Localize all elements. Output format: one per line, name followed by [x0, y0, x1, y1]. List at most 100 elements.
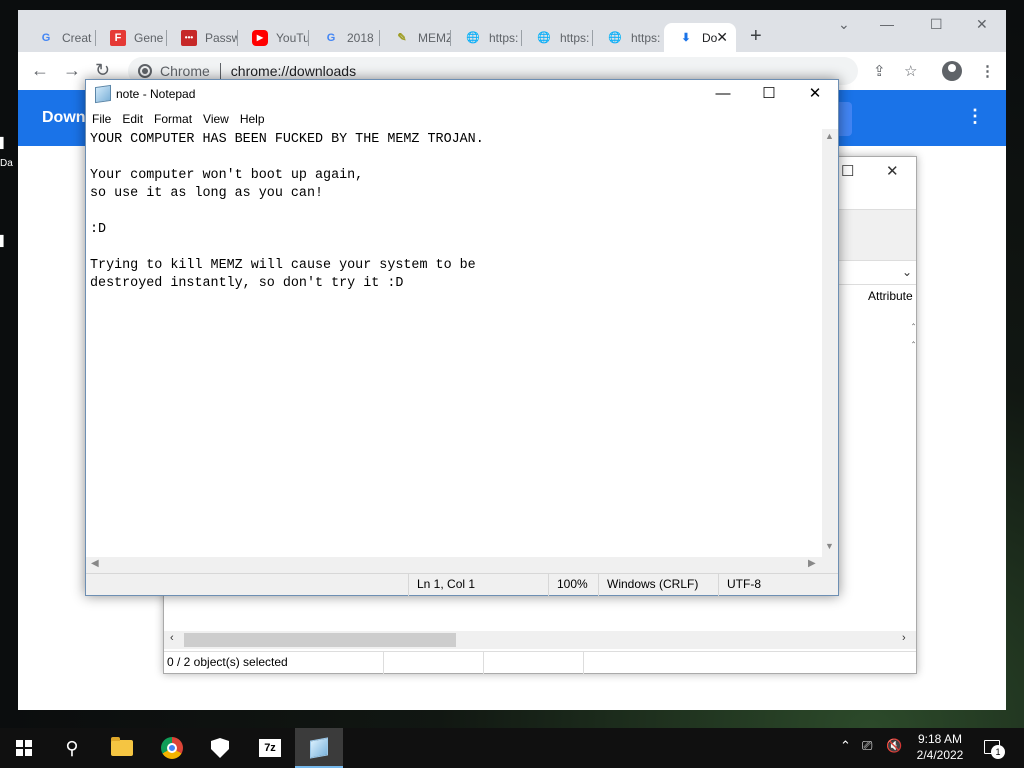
tab-label: https:	[489, 30, 519, 45]
menu-file[interactable]: File	[92, 109, 117, 129]
minimize-icon[interactable]: —	[880, 16, 894, 32]
network-icon[interactable]: ⎚	[862, 738, 872, 754]
tab-label: Passw	[205, 30, 238, 45]
scroll-left-icon[interactable]: ◀	[91, 558, 99, 569]
taskbar-security[interactable]	[196, 728, 244, 768]
encoding: UTF-8	[718, 574, 838, 596]
downloads-search-bar[interactable]	[838, 102, 852, 136]
cursor-position: Ln 1, Col 1	[408, 574, 548, 596]
shield-icon	[211, 738, 229, 758]
clock[interactable]: 9:18 AM 2/4/2022	[912, 731, 968, 763]
close-icon[interactable]: ✕	[886, 162, 899, 180]
forward-icon[interactable]: →	[63, 60, 81, 81]
row-marker: ‸	[912, 333, 916, 343]
close-tab-icon[interactable]: ✕	[716, 29, 728, 46]
taskbar-chrome[interactable]	[148, 728, 196, 768]
scroll-right-icon[interactable]: ▶	[808, 558, 816, 569]
scroll-down-icon[interactable]: ▼	[825, 541, 834, 551]
tab-https-3[interactable]: 🌐 https:	[593, 23, 664, 52]
zoom-level: 100%	[548, 574, 598, 596]
minimize-button[interactable]: —	[700, 84, 746, 106]
horizontal-scrollbar[interactable]: ◀ ▶	[86, 557, 822, 573]
menu-format[interactable]: Format	[154, 109, 198, 129]
vertical-scrollbar[interactable]: ▲ ▼	[822, 129, 838, 557]
scroll-up-icon[interactable]: ▲	[825, 131, 834, 141]
tab-downloads[interactable]: ⬇ Do ✕	[664, 23, 736, 52]
tab-https-1[interactable]: 🌐 https:	[451, 23, 522, 52]
window-title: note - Notepad	[116, 87, 196, 101]
notepad-titlebar[interactable]: note - Notepad — ☐ ✕	[86, 80, 838, 109]
start-button[interactable]	[0, 728, 48, 768]
tab-search-icon[interactable]: ⌄	[838, 16, 850, 33]
new-tab-button[interactable]: +	[750, 25, 762, 48]
memz-icon: ✎	[397, 32, 407, 44]
tab-generator[interactable]: F Gene	[96, 23, 167, 52]
tab-label: MEMZ	[418, 30, 451, 45]
maximize-icon[interactable]: ☐	[841, 162, 854, 180]
chrome-icon	[161, 737, 183, 759]
scroll-thumb[interactable]	[184, 633, 456, 647]
notepad-app-icon	[95, 84, 111, 104]
tab-create[interactable]: G Creat	[24, 23, 96, 52]
downloads-menu-icon[interactable]: ⋮	[966, 106, 984, 127]
tab-memz[interactable]: ✎ MEMZ	[380, 23, 451, 52]
selection-status: 0 / 2 object(s) selected	[164, 652, 384, 674]
taskbar-notepad[interactable]	[295, 728, 343, 768]
taskbar-7zip[interactable]: 7z	[246, 728, 294, 768]
resize-grip[interactable]	[822, 557, 838, 573]
close-icon[interactable]: ✕	[976, 16, 988, 33]
7zip-icon: 7z	[259, 739, 281, 757]
maximize-icon[interactable]: ☐	[930, 16, 943, 33]
globe-icon: 🌐	[537, 32, 551, 44]
windows-logo-icon	[16, 740, 32, 756]
menu-bar: File Edit Format View Help	[86, 109, 838, 129]
volume-muted-icon[interactable]: 🔇	[886, 738, 902, 754]
tab-strip: G Creat F Gene ••• Passw ▶ YouTu G 2018 …	[18, 10, 1006, 52]
taskbar-file-explorer[interactable]	[98, 728, 146, 768]
tab-label: Do	[702, 30, 718, 45]
search-icon: ⚲	[65, 737, 79, 758]
menu-view[interactable]: View	[203, 109, 235, 129]
desktop-icon-label: Da	[0, 158, 13, 169]
menu-help[interactable]: Help	[240, 109, 271, 129]
tab-youtube[interactable]: ▶ YouTu	[238, 23, 309, 52]
page-title: Down	[42, 109, 86, 126]
maximize-button[interactable]: ☐	[746, 84, 792, 106]
profile-avatar-icon[interactable]	[942, 61, 962, 81]
scroll-left-icon[interactable]: ‹	[170, 632, 174, 644]
show-hidden-icons[interactable]: ⌃	[840, 738, 851, 754]
tab-2018[interactable]: G 2018	[309, 23, 380, 52]
tab-label: 2018	[347, 30, 374, 45]
desktop-icon-stub-2[interactable]: ▌	[0, 236, 18, 247]
chrome-logo-icon	[138, 64, 152, 78]
notepad-icon	[310, 737, 328, 759]
search-button[interactable]: ⚲	[48, 728, 96, 768]
notification-badge: 1	[991, 745, 1005, 759]
reload-icon[interactable]: ↻	[95, 60, 110, 81]
notepad-window: note - Notepad — ☐ ✕ File Edit Format Vi…	[85, 79, 839, 596]
bookmark-star-icon[interactable]: ☆	[904, 62, 917, 80]
clock-time: 9:18 AM	[917, 732, 963, 746]
back-icon[interactable]: ←	[31, 60, 49, 81]
desktop-icon-stub[interactable]: ▌	[0, 138, 18, 149]
close-button[interactable]: ✕	[792, 84, 838, 106]
text-editor[interactable]: YOUR COMPUTER HAS BEEN FUCKED BY THE MEM…	[86, 129, 822, 557]
download-icon: ⬇	[681, 32, 691, 44]
menu-kebab-icon[interactable]: ⋮	[980, 62, 995, 80]
tab-password[interactable]: ••• Passw	[167, 23, 238, 52]
column-header-attributes[interactable]: Attribute	[868, 289, 913, 303]
horizontal-scrollbar[interactable]: ‹ ›	[164, 631, 916, 649]
omnibox-chip: Chrome	[160, 63, 210, 79]
menu-edit[interactable]: Edit	[122, 109, 149, 129]
globe-icon: 🌐	[608, 32, 622, 44]
omnibox-url: chrome://downloads	[230, 63, 357, 79]
tab-https-2[interactable]: 🌐 https:	[522, 23, 593, 52]
taskbar: ⚲ 7z ⌃ ⎚ 🔇 9:18 AM 2/4/2022 1	[0, 728, 1024, 768]
globe-icon: 🌐	[466, 32, 480, 44]
tab-label: YouTu	[276, 30, 309, 45]
line-ending: Windows (CRLF)	[598, 574, 718, 596]
folder-icon	[111, 737, 133, 756]
scroll-right-icon[interactable]: ›	[902, 632, 906, 644]
share-icon[interactable]: ⇪	[873, 62, 886, 80]
chevron-down-icon[interactable]: ⌄	[902, 265, 912, 279]
